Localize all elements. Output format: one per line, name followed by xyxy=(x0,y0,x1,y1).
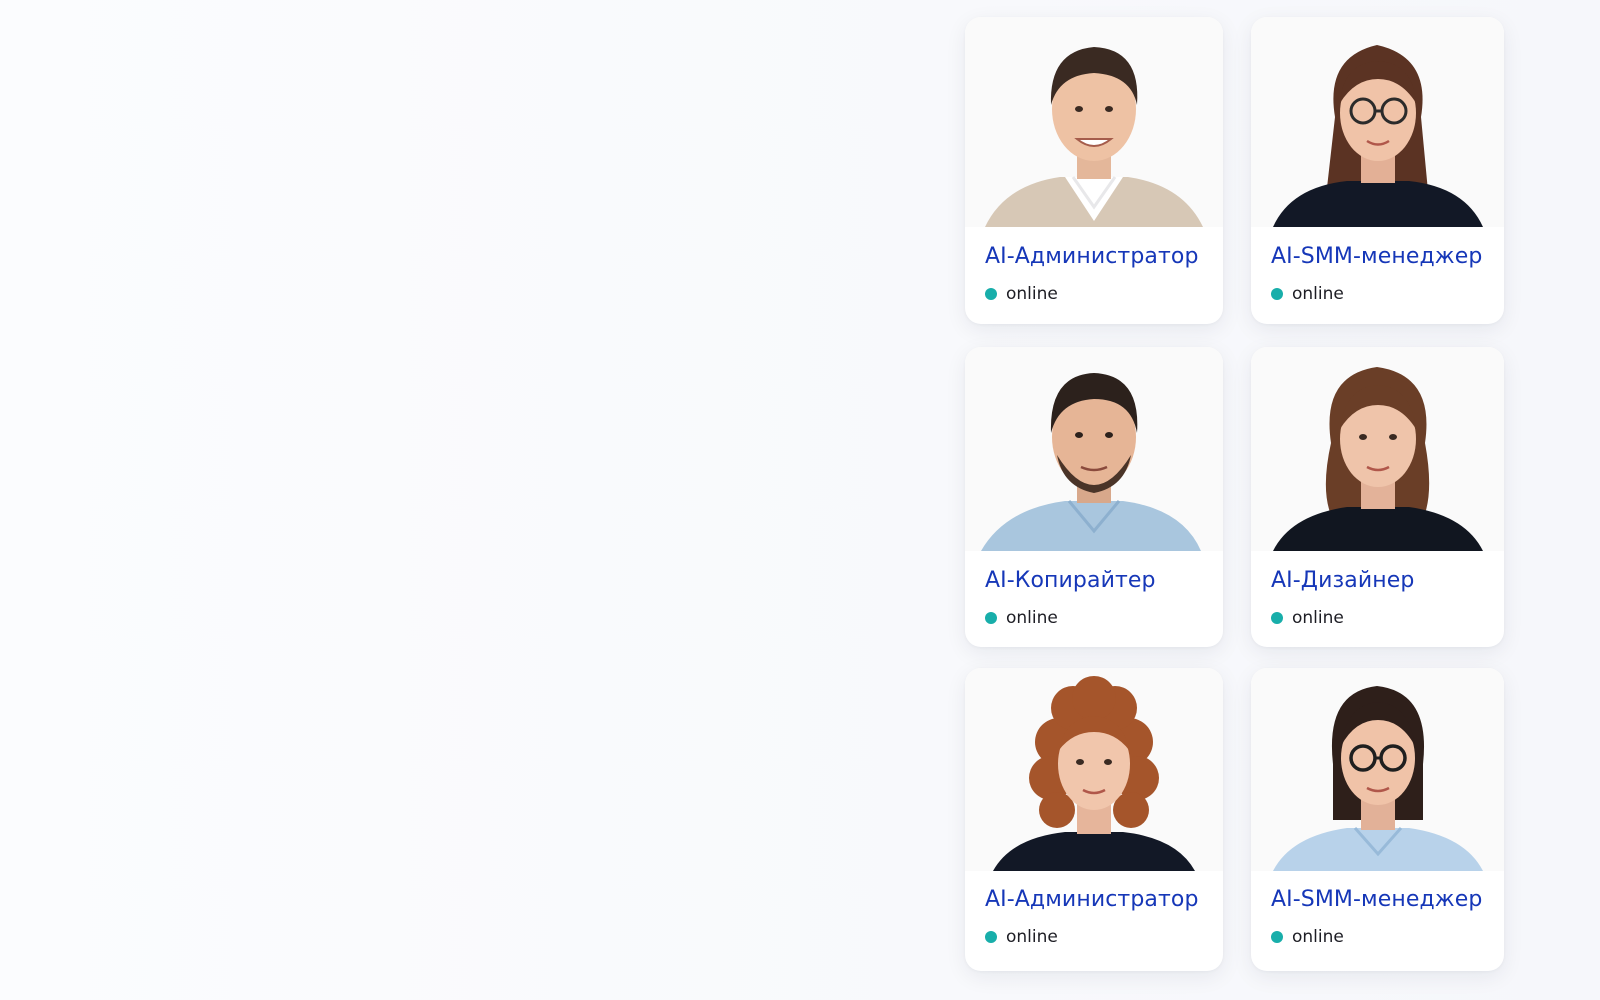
page: AI-Администратор online AI-SMM-менеджер … xyxy=(0,0,1600,1000)
employee-card[interactable]: AI-Администратор online xyxy=(965,668,1223,971)
status-label: online xyxy=(1292,927,1344,947)
status-label: online xyxy=(1292,284,1344,304)
employee-status: online xyxy=(985,608,1058,628)
avatar-woman-long-brown-hair-icon xyxy=(1251,347,1504,551)
avatar-man-beard-blue-shirt-icon xyxy=(965,347,1223,551)
employee-status: online xyxy=(1271,608,1344,628)
employee-name: AI-Копирайтер xyxy=(985,568,1156,593)
status-label: online xyxy=(1006,284,1058,304)
online-dot-icon xyxy=(985,288,997,300)
avatar-man-beige-jacket-icon xyxy=(965,17,1223,227)
online-dot-icon xyxy=(1271,612,1283,624)
employee-name: AI-Администратор xyxy=(985,887,1199,912)
employee-name: AI-SMM-менеджер xyxy=(1271,244,1483,269)
avatar-woman-curly-hair-icon xyxy=(965,668,1223,871)
employee-card[interactable]: AI-Дизайнер online xyxy=(1251,347,1504,647)
online-dot-icon xyxy=(985,931,997,943)
online-dot-icon xyxy=(1271,931,1283,943)
online-dot-icon xyxy=(985,612,997,624)
employee-status: online xyxy=(985,927,1058,947)
avatar-woman-bob-glasses-icon xyxy=(1251,668,1504,871)
employee-status: online xyxy=(1271,927,1344,947)
employee-name: AI-Администратор xyxy=(985,244,1199,269)
employee-status: online xyxy=(1271,284,1344,304)
status-label: online xyxy=(1006,927,1058,947)
status-label: online xyxy=(1006,608,1058,628)
employee-card[interactable]: AI-Администратор online xyxy=(965,17,1223,324)
online-dot-icon xyxy=(1271,288,1283,300)
employee-name: AI-SMM-менеджер xyxy=(1271,887,1483,912)
employee-card[interactable]: AI-SMM-менеджер online xyxy=(1251,668,1504,971)
status-label: online xyxy=(1292,608,1344,628)
employee-card[interactable]: AI-Копирайтер online xyxy=(965,347,1223,647)
employee-name: AI-Дизайнер xyxy=(1271,568,1415,593)
employee-card[interactable]: AI-SMM-менеджер online xyxy=(1251,17,1504,324)
employee-status: online xyxy=(985,284,1058,304)
avatar-woman-glasses-long-hair-icon xyxy=(1251,17,1504,227)
